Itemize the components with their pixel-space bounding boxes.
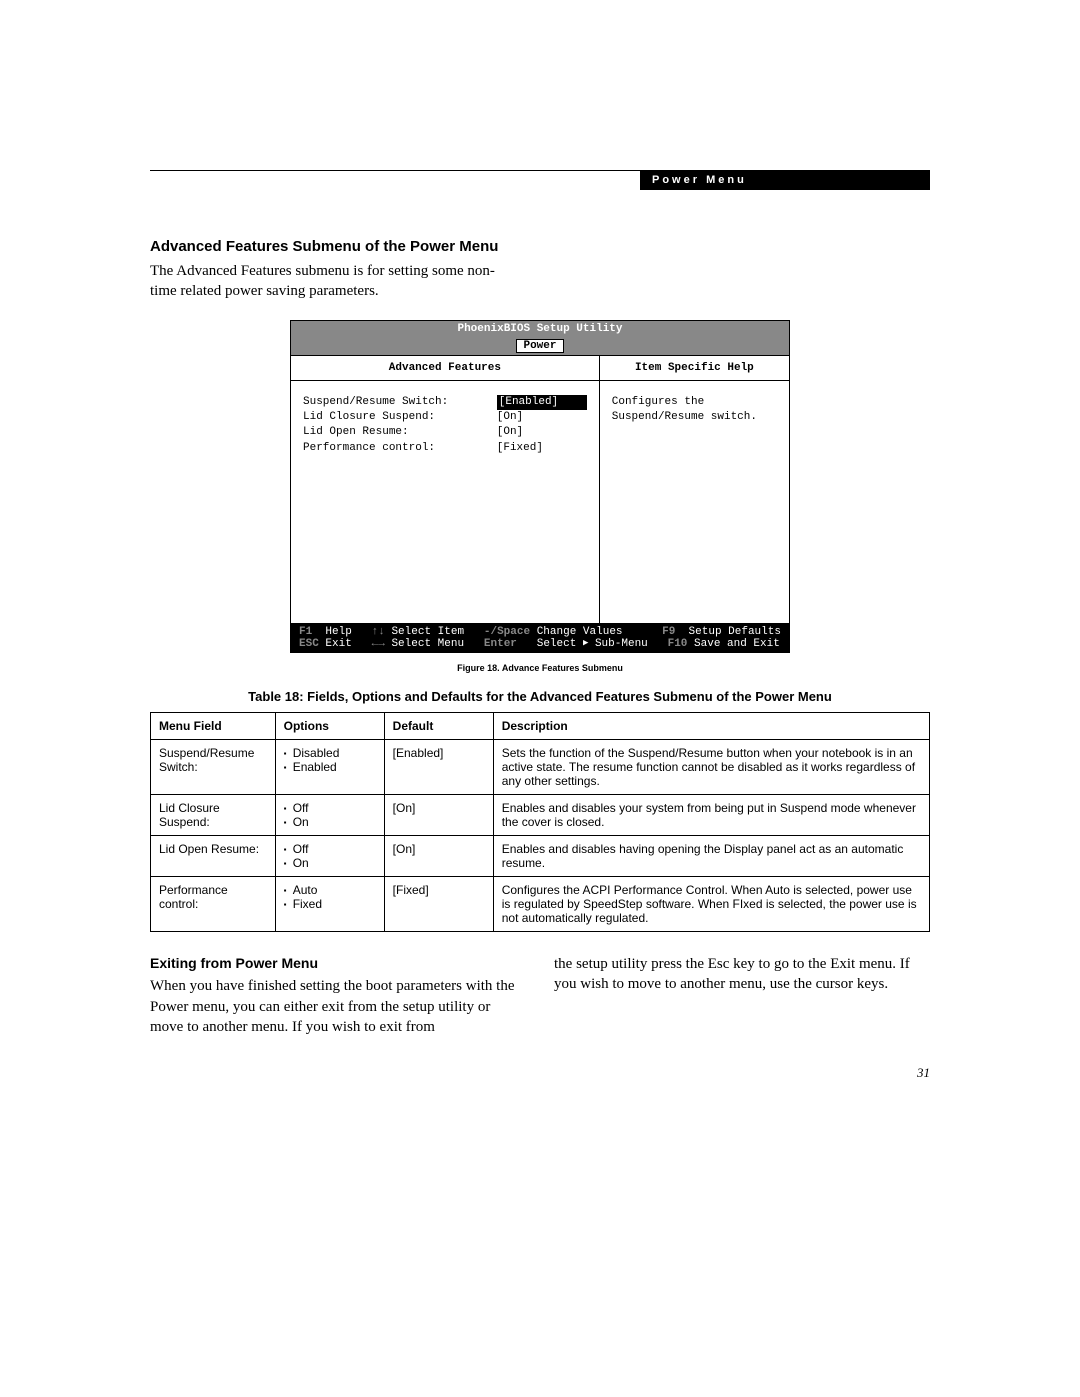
cell-default: [Enabled] (384, 739, 493, 794)
section-intro: The Advanced Features submenu is for set… (150, 261, 510, 302)
cell-menu: Lid Closure Suspend: (151, 794, 276, 835)
section-title: Advanced Features Submenu of the Power M… (150, 238, 930, 255)
bios-setting-row[interactable]: Performance control: [Fixed] (303, 441, 587, 456)
bios-tab-row: Power (290, 337, 790, 356)
table-row: Lid Open Resume: Off On [On] Enables and… (151, 835, 930, 876)
th-menu: Menu Field (151, 712, 276, 739)
bios-setting-value[interactable]: [Fixed] (497, 441, 587, 456)
cell-default: [On] (384, 835, 493, 876)
bios-fk-arrows-v: ↑↓ (372, 626, 385, 638)
options-table: Menu Field Options Default Description S… (150, 712, 930, 932)
table-header-row: Menu Field Options Default Description (151, 712, 930, 739)
bios-ft: Select Item (391, 626, 464, 638)
bios-setting-value[interactable]: [On] (497, 425, 587, 440)
bios-window: PhoenixBIOS Setup Utility Power Advanced… (290, 320, 790, 653)
cell-options: Off On (275, 835, 384, 876)
bios-setting-row[interactable]: Suspend/Resume Switch: [Enabled] (303, 395, 587, 410)
table-row: Performance control: Auto Fixed [Fixed] … (151, 876, 930, 931)
th-description: Description (493, 712, 929, 739)
exit-heading: Exiting from Power Menu (150, 954, 526, 973)
figure-caption: Figure 18. Advance Features Submenu (150, 663, 930, 673)
bios-fk-enter: Enter (484, 638, 517, 650)
bios-help-text: Configures the Suspend/Resume switch. (600, 381, 789, 623)
cell-menu: Performance control: (151, 876, 276, 931)
bios-ft: Select (537, 638, 583, 650)
bios-fk-f9: F9 (662, 626, 675, 638)
th-options: Options (275, 712, 384, 739)
bios-settings-panel: Suspend/Resume Switch: [Enabled] Lid Clo… (291, 381, 599, 623)
bios-ft: Help (325, 626, 351, 638)
option-item: Auto (284, 883, 376, 897)
cell-default: [On] (384, 794, 493, 835)
cell-description: Enables and disables having opening the … (493, 835, 929, 876)
option-item: Off (284, 842, 376, 856)
bios-ft: Sub-Menu (588, 638, 647, 650)
bios-setting-row[interactable]: Lid Closure Suspend: [On] (303, 410, 587, 425)
bios-setting-label: Performance control: (303, 441, 497, 456)
bios-tab-power[interactable]: Power (516, 339, 563, 353)
header-bar: Power Menu (640, 170, 930, 190)
cell-options: Off On (275, 794, 384, 835)
bios-setting-label: Lid Open Resume: (303, 425, 497, 440)
exit-col2: the setup utility press the Esc key to g… (554, 956, 910, 992)
cell-options: Disabled Enabled (275, 739, 384, 794)
option-item: On (284, 815, 376, 829)
bios-setting-row[interactable]: Lid Open Resume: [On] (303, 425, 587, 440)
bios-fk-arrows-h: ←→ (372, 638, 385, 650)
bios-fk-esc: ESC (299, 638, 319, 650)
bios-left-heading: Advanced Features (291, 356, 599, 381)
bios-ft: Change Values (537, 626, 623, 638)
bios-ft: Select Menu (391, 638, 464, 650)
cell-options: Auto Fixed (275, 876, 384, 931)
bios-setting-label: Suspend/Resume Switch: (303, 395, 497, 410)
cell-default: [Fixed] (384, 876, 493, 931)
option-item: Enabled (284, 760, 376, 774)
cell-description: Configures the ACPI Performance Control.… (493, 876, 929, 931)
bios-setting-value[interactable]: [Enabled] (497, 395, 587, 410)
cell-menu: Suspend/Resume Switch: (151, 739, 276, 794)
cell-description: Enables and disables your system from be… (493, 794, 929, 835)
table-row: Lid Closure Suspend: Off On [On] Enables… (151, 794, 930, 835)
bios-ft: Save and Exit (694, 638, 780, 650)
option-item: Disabled (284, 746, 376, 760)
page-number: 31 (150, 1065, 930, 1081)
option-item: Off (284, 801, 376, 815)
cell-description: Sets the function of the Suspend/Resume … (493, 739, 929, 794)
bios-setting-label: Lid Closure Suspend: (303, 410, 497, 425)
bios-right-heading: Item Specific Help (600, 356, 789, 381)
th-default: Default (384, 712, 493, 739)
bios-footer: F1 Help ↑↓ Select Item -/Space Change Va… (290, 624, 790, 653)
table-title: Table 18: Fields, Options and Defaults f… (150, 689, 930, 704)
exit-col1: When you have finished setting the boot … (150, 978, 514, 1035)
bios-app-title: PhoenixBIOS Setup Utility (290, 320, 790, 337)
bios-ft: Setup Defaults (689, 626, 781, 638)
bios-setting-value[interactable]: [On] (497, 410, 587, 425)
bios-fk-space: -/Space (484, 626, 530, 638)
bios-fk-f1: F1 (299, 626, 312, 638)
option-item: Fixed (284, 897, 376, 911)
bios-ft: Exit (325, 638, 351, 650)
option-item: On (284, 856, 376, 870)
bios-fk-f10: F10 (668, 638, 688, 650)
table-row: Suspend/Resume Switch: Disabled Enabled … (151, 739, 930, 794)
cell-menu: Lid Open Resume: (151, 835, 276, 876)
